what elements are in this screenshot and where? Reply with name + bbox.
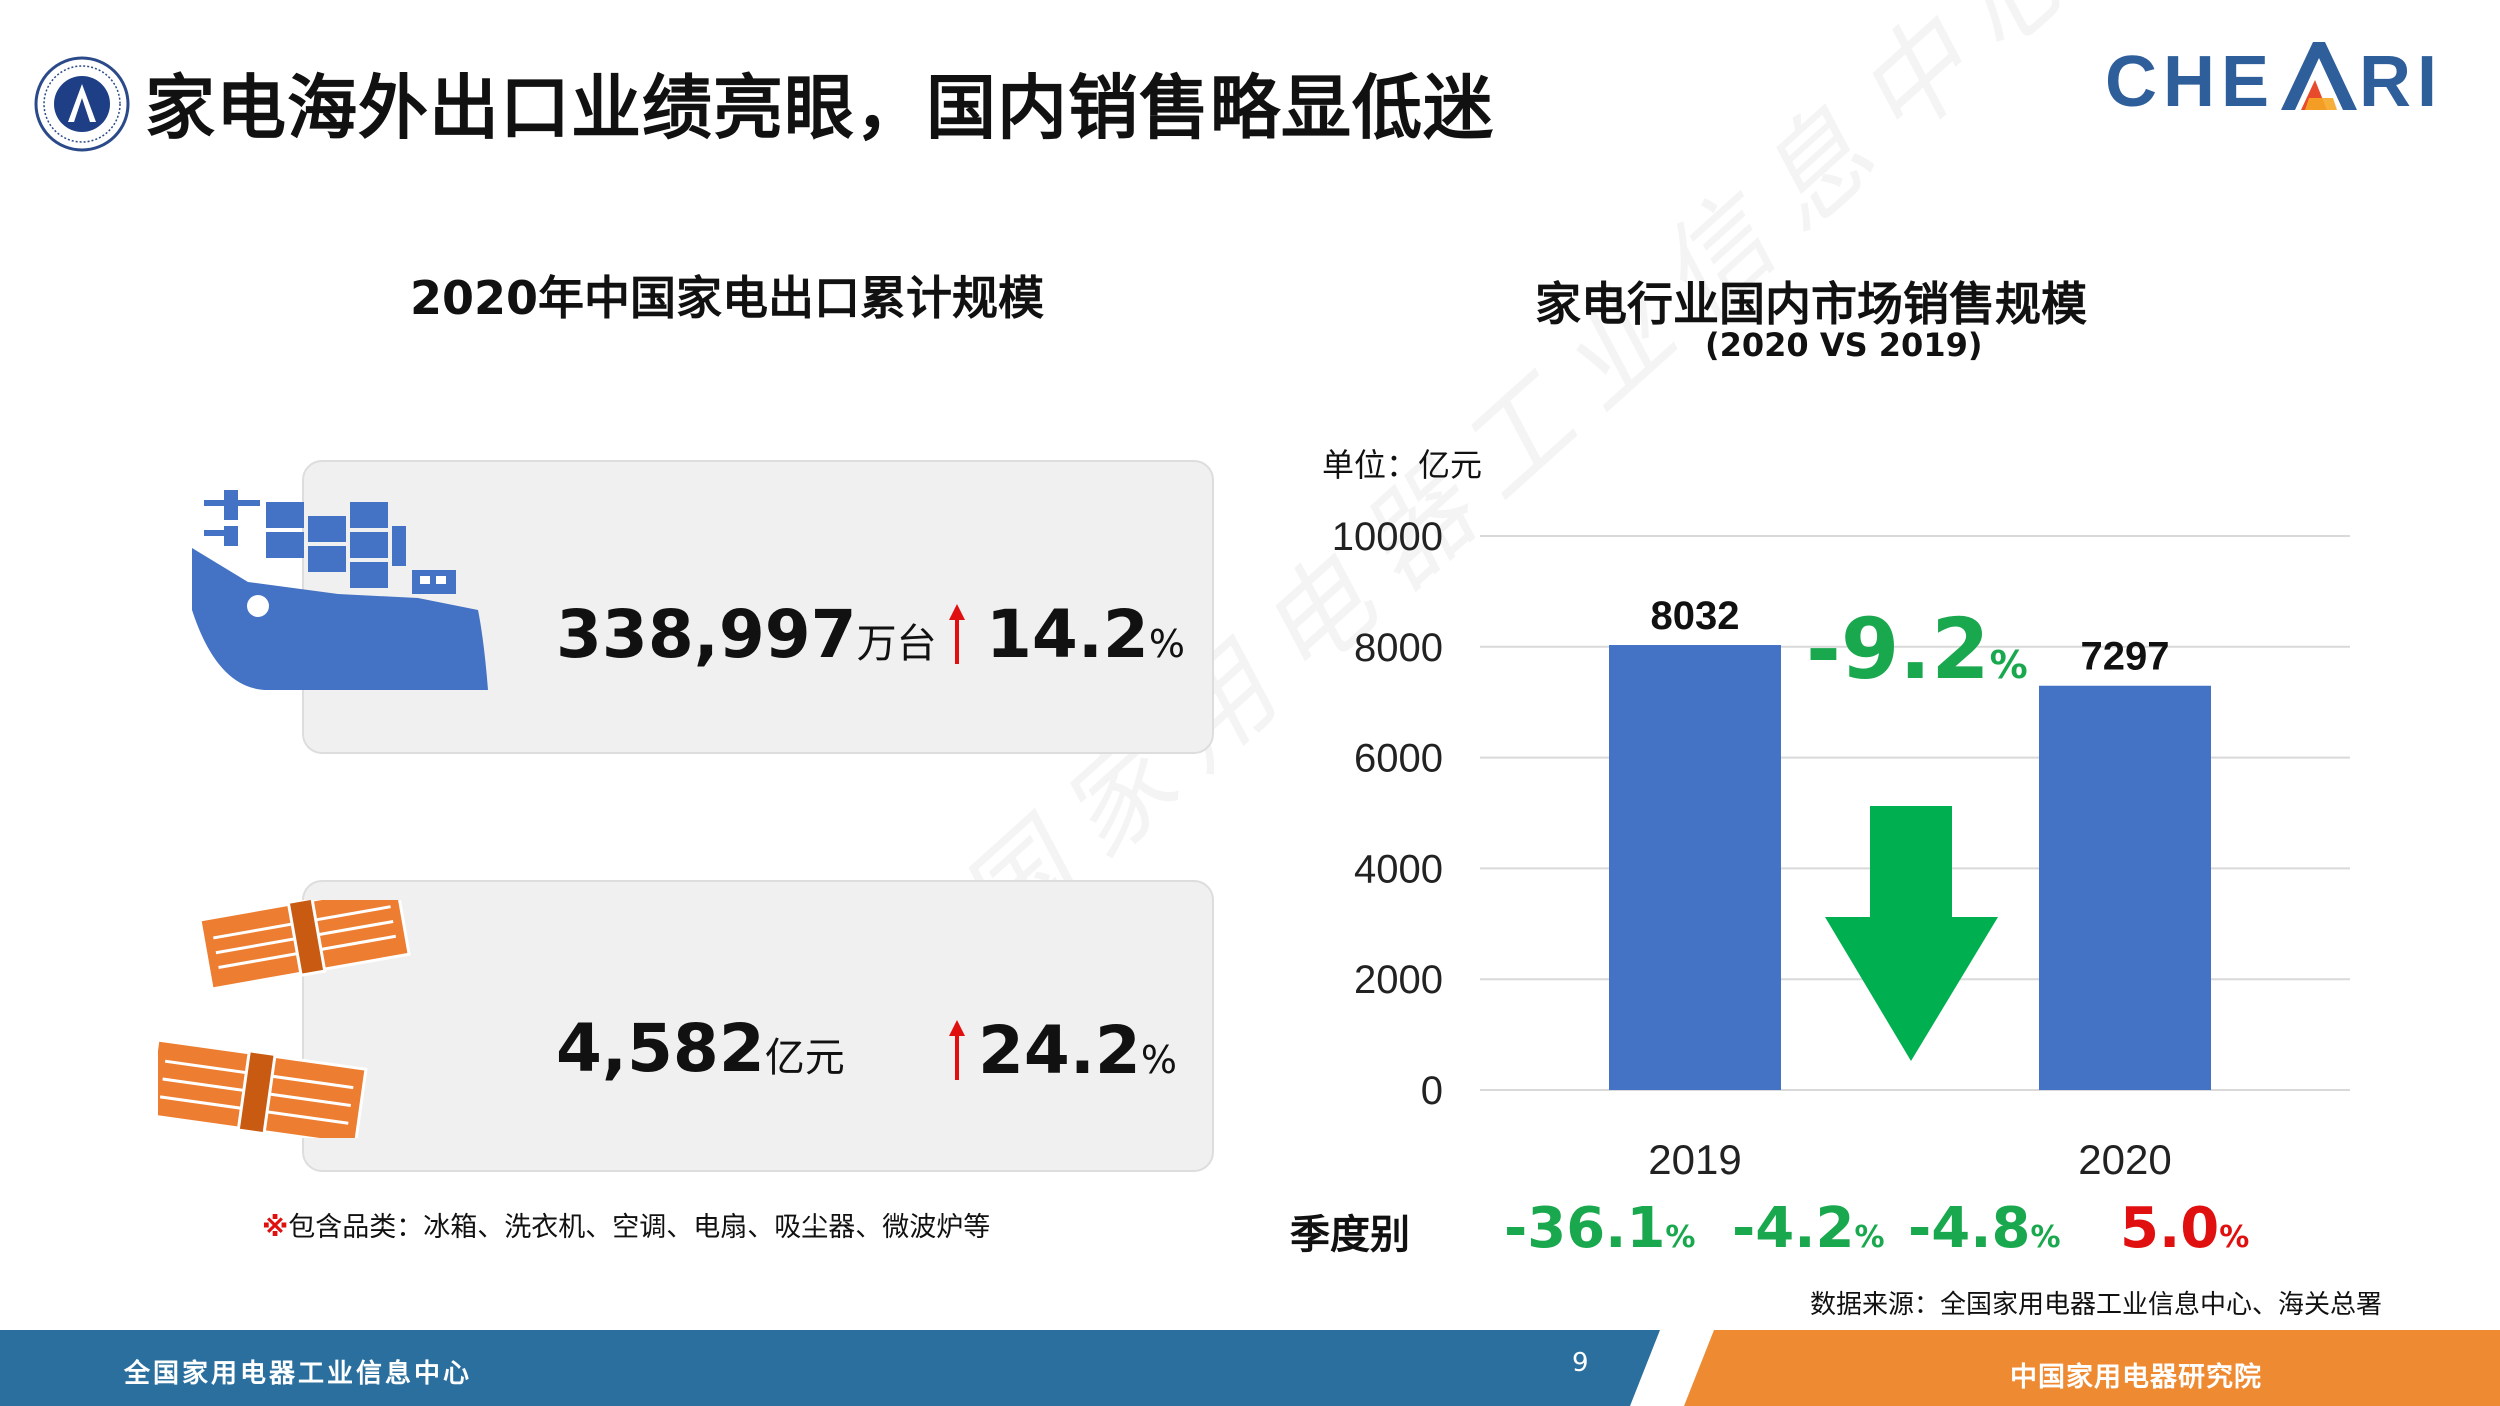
brand-logo-text-1: CHE [2105, 42, 2276, 122]
quarter-2-change: -4.2% [1732, 1196, 1885, 1261]
quarter-1-value: -36.1 [1504, 1196, 1666, 1261]
quarter-4-unit: % [2219, 1220, 2250, 1255]
export-volume-growth-unit: % [1148, 622, 1185, 666]
decline-arrow [1825, 806, 1998, 1061]
page-title: 家电海外出口业绩亮眼，国内销售略显低迷 [145, 67, 1494, 149]
decline-percentage: -9.2% [1806, 600, 2028, 698]
quarter-1-change: -36.1% [1504, 1196, 1695, 1261]
data-source: 数据来源：全国家用电器工业信息中心、海关总署 [1810, 1290, 2383, 1320]
quarter-3-change: -4.8% [1908, 1196, 2061, 1261]
bar-value-label: 7297 [2081, 635, 2170, 679]
quarter-3-value: -4.8 [1908, 1196, 2031, 1261]
money-stack-icon [158, 900, 411, 1138]
chart-unit-label: 单位：亿元 [1322, 446, 1483, 484]
note-text: 包含品类：冰箱、洗衣机、空调、电扇、吸尘器、微波炉等 [288, 1212, 991, 1243]
cargo-ship-icon [192, 490, 488, 690]
export-value-unit: 亿元 [764, 1035, 845, 1081]
note-mark: ※ [262, 1212, 289, 1243]
y-tick-label: 4000 [1354, 847, 1443, 891]
quarter-2-unit: % [1854, 1220, 1885, 1255]
export-volume-value: 338,997万台 [556, 596, 937, 673]
quarter-4-change: 5.0% [2120, 1196, 2249, 1261]
quarter-2-value: -4.2 [1732, 1196, 1855, 1261]
arrow-up-icon [949, 604, 965, 664]
category-note: ※包含品类：冰箱、洗衣机、空调、电扇、吸尘器、微波炉等 [262, 1205, 990, 1244]
institute-logo-icon [34, 56, 130, 152]
y-tick-label: 0 [1421, 1069, 1443, 1113]
export-volume-growth-number: 14.2 [986, 596, 1149, 673]
export-value-growth-number: 24.2 [978, 1012, 1141, 1089]
x-tick-label: 2020 [2078, 1136, 2171, 1180]
bar-2019 [1609, 645, 1781, 1090]
y-tick-label: 2000 [1354, 958, 1443, 1002]
export-value-growth: 24.2% [978, 1012, 1177, 1089]
y-tick-label: 8000 [1354, 626, 1443, 670]
decline-value: -9.2 [1806, 600, 1990, 698]
export-value-value: 4,582亿元 [556, 1010, 845, 1087]
domestic-section-title: 家电行业国内市场销售规模 [1535, 277, 2087, 331]
export-value-number: 4,582 [556, 1010, 765, 1087]
bar-value-label: 8032 [1651, 594, 1740, 638]
quarter-4-value: 5.0 [2120, 1196, 2220, 1261]
footer-right-text: 中国家用电器研究院 [2010, 1362, 2262, 1393]
y-axis-ticks: 0 2000 4000 6000 8000 10000 [1332, 515, 1443, 1113]
quarter-3-unit: % [2030, 1220, 2061, 1255]
export-volume-unit: 万台 [856, 621, 937, 667]
x-axis-ticks: 2019 2020 [1648, 1136, 2171, 1180]
export-volume-number: 338,997 [556, 596, 857, 673]
brand-logo-text-2: RI [2359, 42, 2444, 122]
export-value-growth-unit: % [1140, 1038, 1177, 1082]
export-section-title: 2020年中国家电出口累计规模 [410, 271, 1045, 325]
decline-unit: % [1989, 643, 2028, 687]
arrow-up-icon [949, 1020, 965, 1080]
footer-left-text: 全国家用电器工业信息中心 [124, 1359, 473, 1389]
x-tick-label: 2019 [1648, 1136, 1741, 1180]
bar-2020 [2039, 685, 2211, 1090]
y-tick-label: 6000 [1354, 737, 1443, 781]
brand-a-icon [2281, 42, 2358, 110]
page-number: 9 [1572, 1348, 1589, 1378]
down-arrow-icon [1825, 806, 1998, 1061]
domestic-section-subtitle: (2020 VS 2019) [1705, 326, 1983, 364]
export-volume-growth: 14.2% [986, 596, 1185, 673]
quarter-label: 季度别 [1290, 1212, 1410, 1258]
y-tick-label: 10000 [1332, 515, 1443, 559]
quarter-1-unit: % [1665, 1220, 1696, 1255]
brand-logo: CHE RI [2105, 38, 2443, 123]
